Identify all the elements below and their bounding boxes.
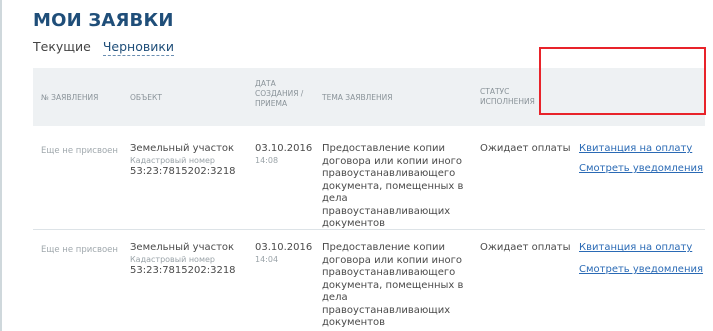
cadastral-number: 53:23:7815202:3218 (130, 166, 236, 177)
notifications-link[interactable]: Смотреть уведомления (579, 264, 703, 275)
receipt-link[interactable]: Квитанция на оплату (579, 242, 692, 253)
creation-date: 03.10.2016 (255, 242, 313, 253)
object-name: Земельный участок (130, 143, 235, 154)
highlight-box (539, 47, 706, 115)
application-topic: Предоставление копии договора или копии … (322, 143, 464, 229)
tab-current[interactable]: Текущие (33, 39, 91, 54)
application-number: Еще не присвоен (41, 245, 118, 255)
date-cell: 03.10.2016 14:08 (255, 143, 312, 166)
header-date: ДАТА СОЗДАНИЯ / ПРИЕМА (255, 79, 304, 108)
creation-time: 14:04 (255, 255, 279, 264)
status-text: Ожидает оплаты (480, 143, 571, 154)
application-topic: Предоставление копии договора или копии … (322, 242, 464, 328)
header-number: № ЗАЯВЛЕНИЯ (41, 93, 99, 102)
object-cell: Земельный участок Кадастровый номер 53:2… (130, 143, 250, 178)
cadastral-number: 53:23:7815202:3218 (130, 265, 236, 276)
table-row: Еще не присвоен Земельный участок Кадаст… (33, 126, 705, 229)
application-number: Еще не присвоен (41, 146, 118, 156)
object-name: Земельный участок (130, 242, 235, 253)
header-object: ОБЪЕКТ (130, 93, 162, 102)
tabs-bar: Текущие Черновики (33, 39, 182, 56)
status-text: Ожидает оплаты (480, 242, 571, 253)
object-cell: Земельный участок Кадастровый номер 53:2… (130, 242, 250, 277)
receipt-link[interactable]: Квитанция на оплату (579, 143, 692, 154)
cadastral-label: Кадастровый номер (130, 156, 215, 165)
cadastral-label: Кадастровый номер (130, 255, 215, 264)
left-border (0, 0, 2, 331)
table-row: Еще не присвоен Земельный участок Кадаст… (33, 229, 705, 331)
header-topic: ТЕМА ЗАЯВЛЕНИЯ (322, 93, 393, 102)
creation-date: 03.10.2016 (255, 143, 313, 154)
tab-drafts[interactable]: Черновики (102, 39, 175, 56)
creation-time: 14:08 (255, 156, 279, 165)
page-title: МОИ ЗАЯВКИ (33, 10, 174, 31)
notifications-link[interactable]: Смотреть уведомления (579, 163, 703, 174)
date-cell: 03.10.2016 14:04 (255, 242, 312, 265)
